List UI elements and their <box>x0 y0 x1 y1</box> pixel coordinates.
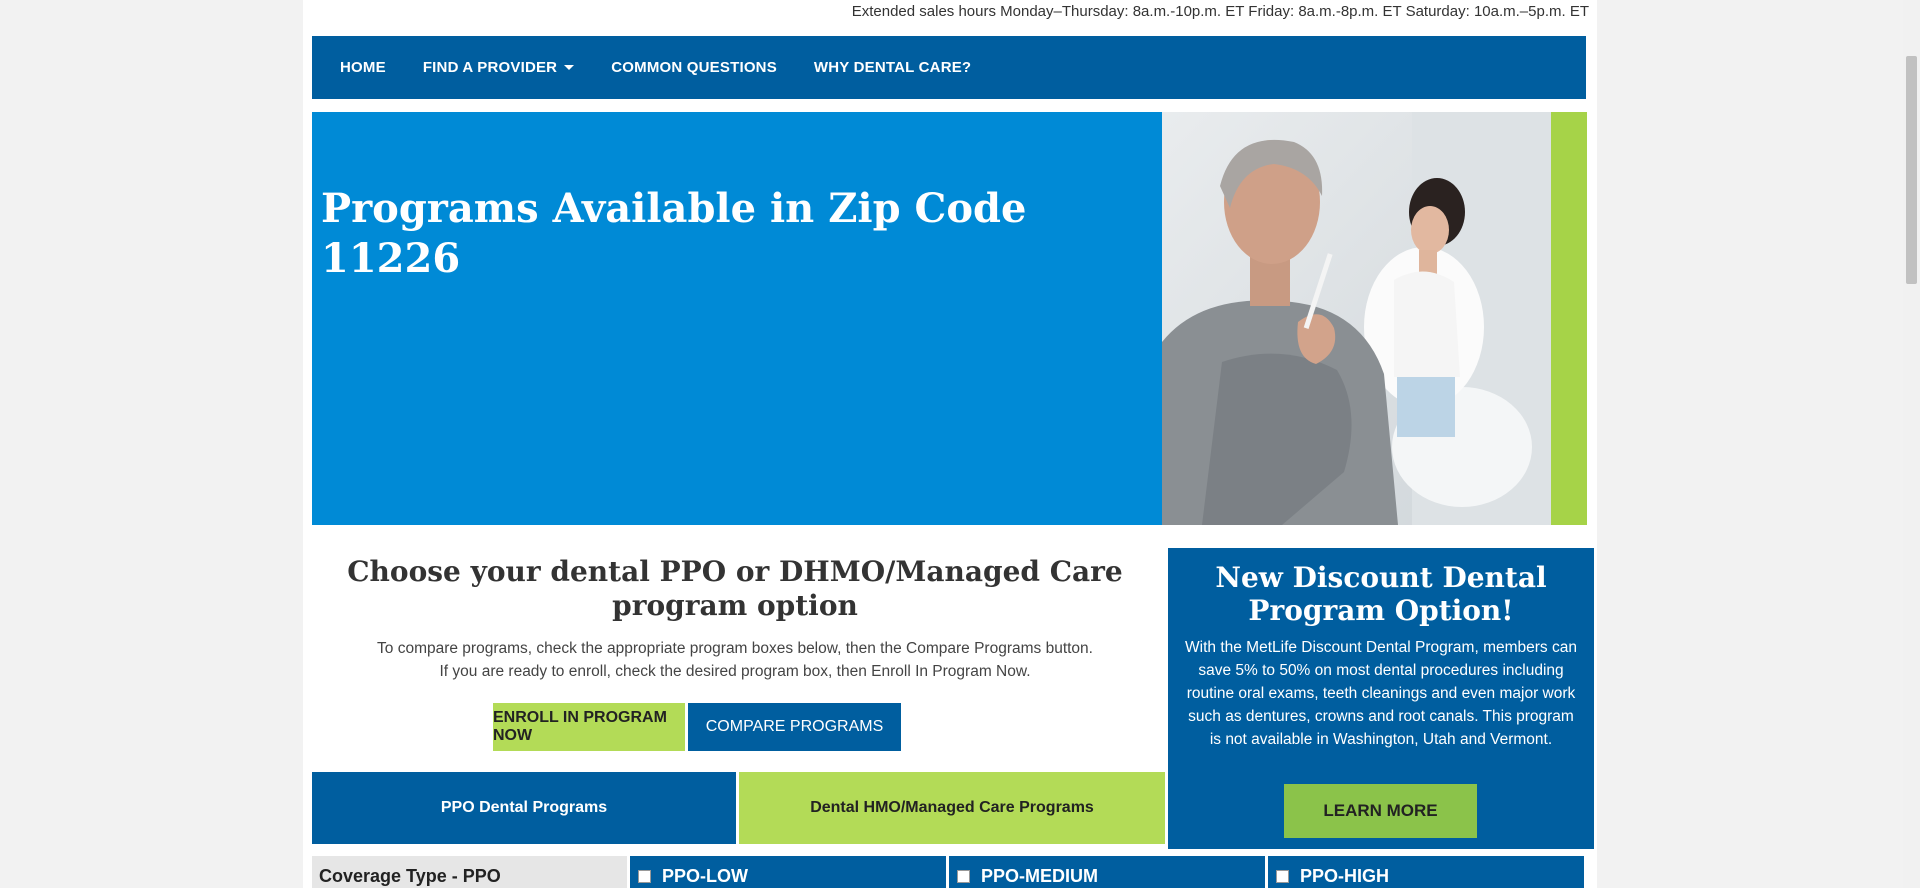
nav-why-dental-care-label: WHY DENTAL CARE? <box>813 59 972 76</box>
hero-image <box>1162 112 1551 525</box>
sales-hours-text: Extended sales hours Monday–Thursday: 8a… <box>851 3 1589 20</box>
main-nav: HOME FIND A PROVIDER COMMON QUESTIONS WH… <box>312 36 1586 99</box>
ppo-high-label: PPO-HIGH <box>1300 865 1390 886</box>
hero-accent-strip <box>1551 112 1587 525</box>
ppo-low-checkbox[interactable] <box>638 869 651 883</box>
ppo-high-option[interactable]: PPO-HIGH <box>1268 856 1584 888</box>
ppo-low-label: PPO-LOW <box>662 865 748 886</box>
scrollbar-thumb[interactable] <box>1906 56 1917 284</box>
nav-find-provider[interactable]: FIND A PROVIDER <box>422 59 575 76</box>
program-action-buttons: ENROLL IN PROGRAM NOW COMPARE PROGRAMS <box>493 703 901 751</box>
nav-home[interactable]: HOME <box>340 59 386 76</box>
ppo-high-checkbox[interactable] <box>1276 869 1289 883</box>
promo-body: With the MetLife Discount Dental Program… <box>1185 639 1577 748</box>
nav-why-dental-care[interactable]: WHY DENTAL CARE? <box>814 59 971 76</box>
ppo-medium-option[interactable]: PPO-MEDIUM <box>949 856 1265 888</box>
promo-heading: New Discount Dental Program Option! <box>1215 561 1547 627</box>
chevron-down-icon <box>564 65 575 70</box>
hero-photo-illustration <box>1162 112 1551 525</box>
compare-instructions: To compare programs, check the appropria… <box>377 640 1093 657</box>
nav-common-questions-label: COMMON QUESTIONS <box>611 59 777 76</box>
program-tabs: PPO Dental Programs Dental HMO/Managed C… <box>312 772 1165 844</box>
ppo-medium-label: PPO-MEDIUM <box>981 865 1098 886</box>
tab-ppo-dental-programs[interactable]: PPO Dental Programs <box>312 772 736 844</box>
choose-program-heading: Choose your dental PPO or DHMO/Managed C… <box>347 555 1123 622</box>
hero-title: Programs Available in Zip Code 11226 <box>321 185 1027 282</box>
vertical-scrollbar[interactable] <box>1903 0 1920 888</box>
tab-dhmo-programs[interactable]: Dental HMO/Managed Care Programs <box>739 772 1165 844</box>
choose-program-section: Choose your dental PPO or DHMO/Managed C… <box>312 555 1158 683</box>
coverage-type-label: Coverage Type - PPO <box>312 856 627 888</box>
enroll-in-program-button[interactable]: ENROLL IN PROGRAM NOW <box>493 703 685 751</box>
enroll-instructions: If you are ready to enroll, check the de… <box>439 663 1031 680</box>
nav-find-provider-label: FIND A PROVIDER <box>422 59 558 76</box>
coverage-type-row: Coverage Type - PPO PPO-LOW PPO-MEDIUM P… <box>312 856 1588 888</box>
ppo-medium-checkbox[interactable] <box>957 869 970 883</box>
hero-banner: Programs Available in Zip Code 11226 <box>312 112 1162 525</box>
compare-programs-button[interactable]: COMPARE PROGRAMS <box>688 703 901 751</box>
nav-home-label: HOME <box>340 59 386 76</box>
ppo-low-option[interactable]: PPO-LOW <box>630 856 946 888</box>
discount-program-promo: New Discount Dental Program Option! With… <box>1168 548 1594 849</box>
nav-common-questions[interactable]: COMMON QUESTIONS <box>611 59 777 76</box>
learn-more-button[interactable]: LEARN MORE <box>1284 784 1477 838</box>
page-container: Extended sales hours Monday–Thursday: 8a… <box>303 0 1597 888</box>
